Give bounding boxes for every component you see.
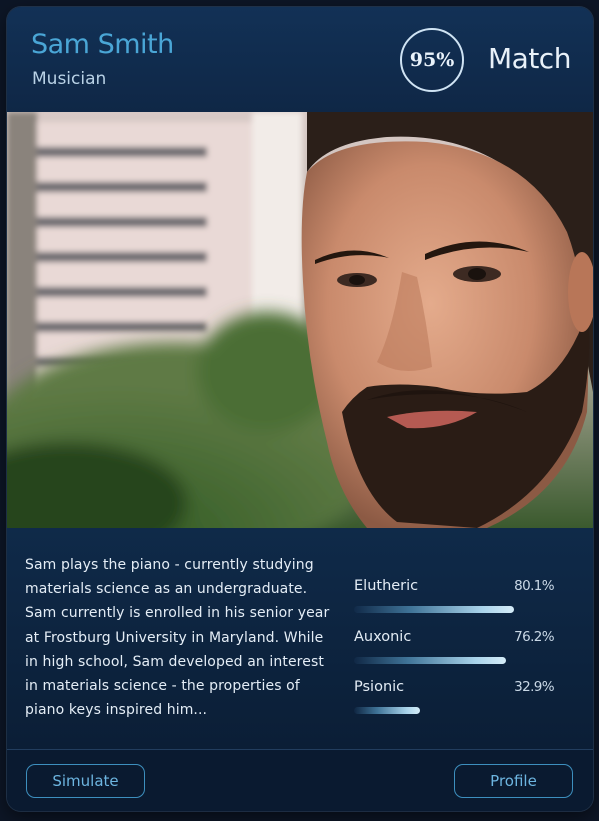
stat-label: Elutheric — [354, 578, 419, 594]
profile-card: Sam Smith Musician 95% Match Sam plays t… — [7, 7, 593, 811]
profile-role: Musician — [32, 69, 107, 89]
stat-bar — [354, 606, 514, 613]
stat-value: 32.9% — [514, 679, 554, 695]
simulate-button[interactable]: Simulate — [26, 764, 145, 798]
profile-button[interactable]: Profile — [454, 764, 573, 798]
stat-label: Psionic — [354, 679, 405, 695]
card-footer: Simulate Profile — [7, 749, 593, 811]
stat-bar — [354, 707, 420, 714]
stat-value: 76.2% — [514, 629, 554, 645]
stat-bar — [354, 657, 506, 664]
profile-photo — [7, 112, 593, 528]
stat-value: 80.1% — [514, 578, 554, 594]
match-percent-badge: 95% — [400, 28, 464, 92]
profile-bio: Sam plays the piano - currently studying… — [25, 557, 330, 719]
profile-name: Sam Smith — [31, 29, 174, 60]
match-label: Match — [488, 42, 571, 75]
info-section: Sam plays the piano - currently studying… — [7, 528, 593, 749]
stat-label: Auxonic — [354, 629, 412, 645]
card-header: Sam Smith Musician 95% Match — [7, 7, 593, 112]
